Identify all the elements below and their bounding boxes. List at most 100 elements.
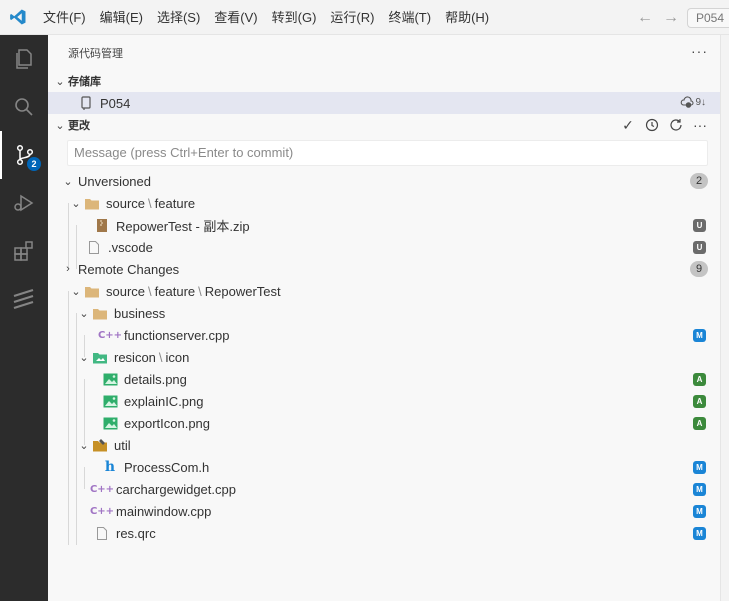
forward-arrow-icon[interactable]: → — [663, 9, 679, 27]
unversioned-count-badge: 2 — [690, 173, 708, 189]
folder-row[interactable]: ⌄ resicon \ icon — [48, 346, 720, 368]
chevron-down-icon: ⌄ — [71, 285, 81, 298]
run-debug-icon[interactable] — [0, 179, 48, 227]
repositories-title: 存储库 — [68, 76, 101, 88]
remote-changes-group[interactable]: › Remote Changes 9 — [48, 258, 720, 280]
file-row[interactable]: res.qrc M — [48, 522, 720, 544]
remote-explorer-icon[interactable] — [0, 275, 48, 323]
folder-row[interactable]: ⌄ business — [48, 302, 720, 324]
source-control-sidebar: 源代码管理 ··· ⌄ 存储库 P054 9↓ ⌄ 更改 ✓ ··· Messa… — [48, 35, 720, 601]
source-control-icon[interactable]: 2 — [0, 131, 48, 179]
file-row[interactable]: details.png A — [48, 368, 720, 390]
path-separator: \ — [148, 195, 152, 211]
untracked-status-badge: U — [693, 241, 706, 254]
file-row[interactable]: h ProcessCom.h M — [48, 456, 720, 478]
file-row[interactable]: exportIcon.png A — [48, 412, 720, 434]
file-row[interactable]: explainIC.png A — [48, 390, 720, 412]
vertical-scrollbar[interactable] — [720, 35, 729, 601]
unversioned-group[interactable]: ⌄ Unversioned 2 — [48, 170, 720, 192]
folder-part: source — [106, 195, 146, 211]
search-icon[interactable] — [0, 83, 48, 131]
file-name: mainwindow.cpp — [116, 503, 212, 519]
chevron-down-icon: ⌄ — [79, 351, 89, 364]
file-name: ProcessCom.h — [124, 459, 210, 475]
path-separator: \ — [158, 349, 163, 365]
chevron-down-icon: ⌄ — [55, 75, 65, 88]
explorer-icon[interactable] — [0, 35, 48, 83]
chevron-down-icon: ⌄ — [63, 175, 73, 188]
sync-status[interactable]: 9↓ — [680, 96, 706, 108]
modified-status-badge: M — [693, 329, 706, 342]
navigation-arrows: ← → — [637, 0, 679, 35]
folder-part: resicon — [114, 349, 156, 365]
activity-bar: 2 — [0, 35, 48, 601]
chevron-down-icon: ⌄ — [55, 119, 65, 132]
path-separator: \ — [148, 283, 152, 299]
extensions-icon[interactable] — [0, 227, 48, 275]
modified-status-badge: M — [693, 527, 706, 540]
menu-file[interactable]: 文件(F) — [36, 0, 93, 35]
folder-row[interactable]: ⌄ util — [48, 434, 720, 456]
folder-open-icon — [92, 305, 108, 321]
menu-run[interactable]: 运行(R) — [323, 0, 381, 35]
unversioned-label: Unversioned — [78, 173, 151, 189]
path-separator: \ — [198, 283, 202, 299]
folder-row[interactable]: ⌄ source \ feature \ RepowerTest — [48, 280, 720, 302]
vscode-logo-icon — [0, 0, 36, 35]
repository-row[interactable]: P054 9↓ — [48, 92, 720, 114]
folder-open-icon — [84, 283, 100, 299]
remote-changes-label: Remote Changes — [78, 261, 180, 277]
commit-check-icon[interactable]: ✓ — [620, 117, 636, 133]
untracked-status-badge: U — [693, 219, 706, 232]
file-row[interactable]: .vscode U — [48, 236, 720, 258]
modified-status-badge: M — [693, 483, 706, 496]
cpp-file-icon: C++ — [97, 329, 123, 341]
more-actions-icon[interactable]: ··· — [691, 43, 708, 59]
command-center[interactable]: P054 — [687, 8, 729, 28]
sync-count: 9↓ — [695, 96, 706, 108]
menu-selection[interactable]: 选择(S) — [150, 0, 207, 35]
folder-part: icon — [165, 349, 190, 365]
cloud-sync-icon — [681, 96, 694, 108]
history-icon[interactable] — [644, 117, 660, 133]
image-folder-icon — [92, 349, 108, 365]
pane-title: 源代码管理 — [68, 47, 123, 60]
folder-name: util — [114, 437, 131, 453]
folder-row[interactable]: ⌄ source \ feature — [48, 192, 720, 214]
file-row[interactable]: C++ carchargewidget.cpp M — [48, 478, 720, 500]
file-name: explainIC.png — [124, 393, 204, 409]
file-name: exportIcon.png — [124, 415, 211, 431]
repositories-section-header[interactable]: ⌄ 存储库 — [48, 70, 720, 92]
file-name: details.png — [124, 371, 187, 387]
chevron-down-icon: ⌄ — [79, 439, 89, 452]
added-status-badge: A — [693, 417, 706, 430]
file-row[interactable]: RepowerTest - 副本.zip U — [48, 214, 720, 236]
file-name: RepowerTest - 副本.zip — [116, 218, 250, 234]
changes-title: 更改 — [68, 120, 90, 132]
file-name: .vscode — [108, 239, 153, 255]
title-bar: 文件(F) 编辑(E) 选择(S) 查看(V) 转到(G) 运行(R) 终端(T… — [0, 0, 729, 35]
repository-name: P054 — [100, 95, 131, 111]
added-status-badge: A — [693, 395, 706, 408]
repo-icon — [78, 95, 94, 111]
changes-section-header[interactable]: ⌄ 更改 ✓ ··· — [48, 114, 720, 136]
cpp-file-icon: C++ — [89, 505, 115, 517]
menu-terminal[interactable]: 终端(T) — [381, 0, 438, 35]
commit-message-input[interactable]: Message (press Ctrl+Enter to commit) — [67, 140, 708, 166]
menu-help[interactable]: 帮助(H) — [438, 0, 496, 35]
refresh-icon[interactable] — [668, 117, 684, 133]
image-file-icon — [102, 393, 118, 409]
scm-count-badge: 2 — [27, 157, 41, 171]
more-actions-icon[interactable]: ··· — [692, 117, 708, 133]
image-file-icon — [102, 415, 118, 431]
file-row[interactable]: C++ functionserver.cpp M — [48, 324, 720, 346]
chevron-down-icon: ⌄ — [71, 197, 81, 210]
menu-go[interactable]: 转到(G) — [265, 0, 324, 35]
back-arrow-icon[interactable]: ← — [637, 9, 653, 27]
file-name: functionserver.cpp — [124, 327, 230, 343]
file-row[interactable]: C++ mainwindow.cpp M — [48, 500, 720, 522]
menu-view[interactable]: 查看(V) — [207, 0, 264, 35]
menu-edit[interactable]: 编辑(E) — [93, 0, 150, 35]
menu-bar: 文件(F) 编辑(E) 选择(S) 查看(V) 转到(G) 运行(R) 终端(T… — [36, 0, 496, 35]
folder-part: feature — [154, 283, 196, 299]
